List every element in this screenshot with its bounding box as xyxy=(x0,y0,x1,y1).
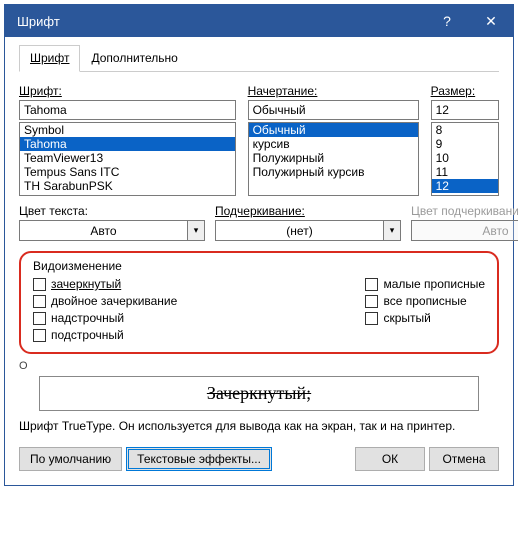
list-item[interactable]: Symbol xyxy=(20,123,235,137)
checkbox-icon xyxy=(33,278,46,291)
font-dialog: Шрифт ? ✕ Шрифт Дополнительно Шрифт: Sym… xyxy=(4,4,514,486)
checkbox-smallcaps[interactable]: малые прописные xyxy=(365,277,485,291)
style-column: Начертание: Обычный курсив Полужирный По… xyxy=(248,84,419,196)
preview-box: Зачеркнутый; xyxy=(39,376,479,411)
hint-text: Шрифт TrueType. Он используется для выво… xyxy=(19,419,499,433)
style-listbox[interactable]: Обычный курсив Полужирный Полужирный кур… xyxy=(248,122,419,196)
close-button[interactable]: ✕ xyxy=(469,5,513,37)
preview-label-cut: О xyxy=(19,360,499,372)
effects-group: Видоизменение зачеркнутый двойное зачерк… xyxy=(19,251,499,354)
default-button[interactable]: По умолчанию xyxy=(19,447,122,471)
undercolor-value xyxy=(411,220,518,241)
underline-label: Подчеркивание: xyxy=(215,204,401,218)
underline-combo[interactable]: ▾ xyxy=(215,220,401,241)
list-item[interactable]: 12 xyxy=(432,179,498,193)
font-row: Шрифт: Symbol Tahoma TeamViewer13 Tempus… xyxy=(19,84,499,196)
chevron-down-icon[interactable]: ▾ xyxy=(383,220,401,241)
preview-section: О Зачеркнутый; xyxy=(19,360,499,411)
list-item[interactable]: 9 xyxy=(432,137,498,151)
color-combo[interactable]: ▾ xyxy=(19,220,205,241)
list-item[interactable]: Tahoma xyxy=(20,137,235,151)
font-column: Шрифт: Symbol Tahoma TeamViewer13 Tempus… xyxy=(19,84,236,196)
checkbox-allcaps[interactable]: все прописные xyxy=(365,294,485,308)
underline-value[interactable] xyxy=(215,220,383,241)
undercolor-combo: ▾ xyxy=(411,220,518,241)
chevron-down-icon[interactable]: ▾ xyxy=(187,220,205,241)
font-listbox[interactable]: Symbol Tahoma TeamViewer13 Tempus Sans I… xyxy=(19,122,236,196)
list-item[interactable]: 8 xyxy=(432,123,498,137)
checkbox-icon xyxy=(33,295,46,308)
list-item[interactable]: Tempus Sans ITC xyxy=(20,165,235,179)
size-listbox[interactable]: 8 9 10 11 12 xyxy=(431,122,499,196)
list-item[interactable]: TeamViewer13 xyxy=(20,151,235,165)
style-input[interactable] xyxy=(248,100,419,120)
dialog-body: Шрифт Дополнительно Шрифт: Symbol Tahoma… xyxy=(5,37,513,485)
color-label: Цвет текста: xyxy=(19,204,205,218)
checkbox-subscript[interactable]: подстрочный xyxy=(33,328,177,342)
checkbox-superscript[interactable]: надстрочный xyxy=(33,311,177,325)
button-row: По умолчанию Текстовые эффекты... ОК Отм… xyxy=(19,447,499,471)
size-column: Размер: 8 9 10 11 12 xyxy=(431,84,499,196)
help-button[interactable]: ? xyxy=(425,5,469,37)
titlebar: Шрифт ? ✕ xyxy=(5,5,513,37)
checkbox-icon xyxy=(365,312,378,325)
undercolor-column: Цвет подчеркивания: ▾ xyxy=(411,204,518,241)
tabs: Шрифт Дополнительно xyxy=(19,45,499,72)
effects-legend: Видоизменение xyxy=(33,259,485,273)
window-title: Шрифт xyxy=(17,14,425,29)
list-item[interactable]: Полужирный курсив xyxy=(249,165,418,179)
checkbox-icon xyxy=(33,312,46,325)
underline-column: Подчеркивание: ▾ xyxy=(215,204,401,241)
checkbox-icon xyxy=(33,329,46,342)
checkbox-icon xyxy=(365,295,378,308)
color-column: Цвет текста: ▾ xyxy=(19,204,205,241)
checkbox-strike[interactable]: зачеркнутый xyxy=(33,277,177,291)
tab-font[interactable]: Шрифт xyxy=(19,45,80,72)
font-label: Шрифт: xyxy=(19,84,236,98)
size-label: Размер: xyxy=(431,84,499,98)
checkbox-hidden[interactable]: скрытый xyxy=(365,311,485,325)
ok-button[interactable]: ОК xyxy=(355,447,425,471)
color-value[interactable] xyxy=(19,220,187,241)
cancel-button[interactable]: Отмена xyxy=(429,447,499,471)
combos-row: Цвет текста: ▾ Подчеркивание: ▾ Цвет под… xyxy=(19,204,499,241)
undercolor-label: Цвет подчеркивания: xyxy=(411,204,518,218)
list-item[interactable]: 10 xyxy=(432,151,498,165)
list-item[interactable]: Обычный xyxy=(249,123,418,137)
list-item[interactable]: курсив xyxy=(249,137,418,151)
list-item[interactable]: Полужирный xyxy=(249,151,418,165)
text-effects-button[interactable]: Текстовые эффекты... xyxy=(126,447,272,471)
list-item[interactable]: 11 xyxy=(432,165,498,179)
tab-advanced[interactable]: Дополнительно xyxy=(80,45,188,72)
list-item[interactable]: TH SarabunPSK xyxy=(20,179,235,193)
font-input[interactable] xyxy=(19,100,236,120)
checkbox-double-strike[interactable]: двойное зачеркивание xyxy=(33,294,177,308)
size-input[interactable] xyxy=(431,100,499,120)
style-label: Начертание: xyxy=(248,84,419,98)
checkbox-icon xyxy=(365,278,378,291)
